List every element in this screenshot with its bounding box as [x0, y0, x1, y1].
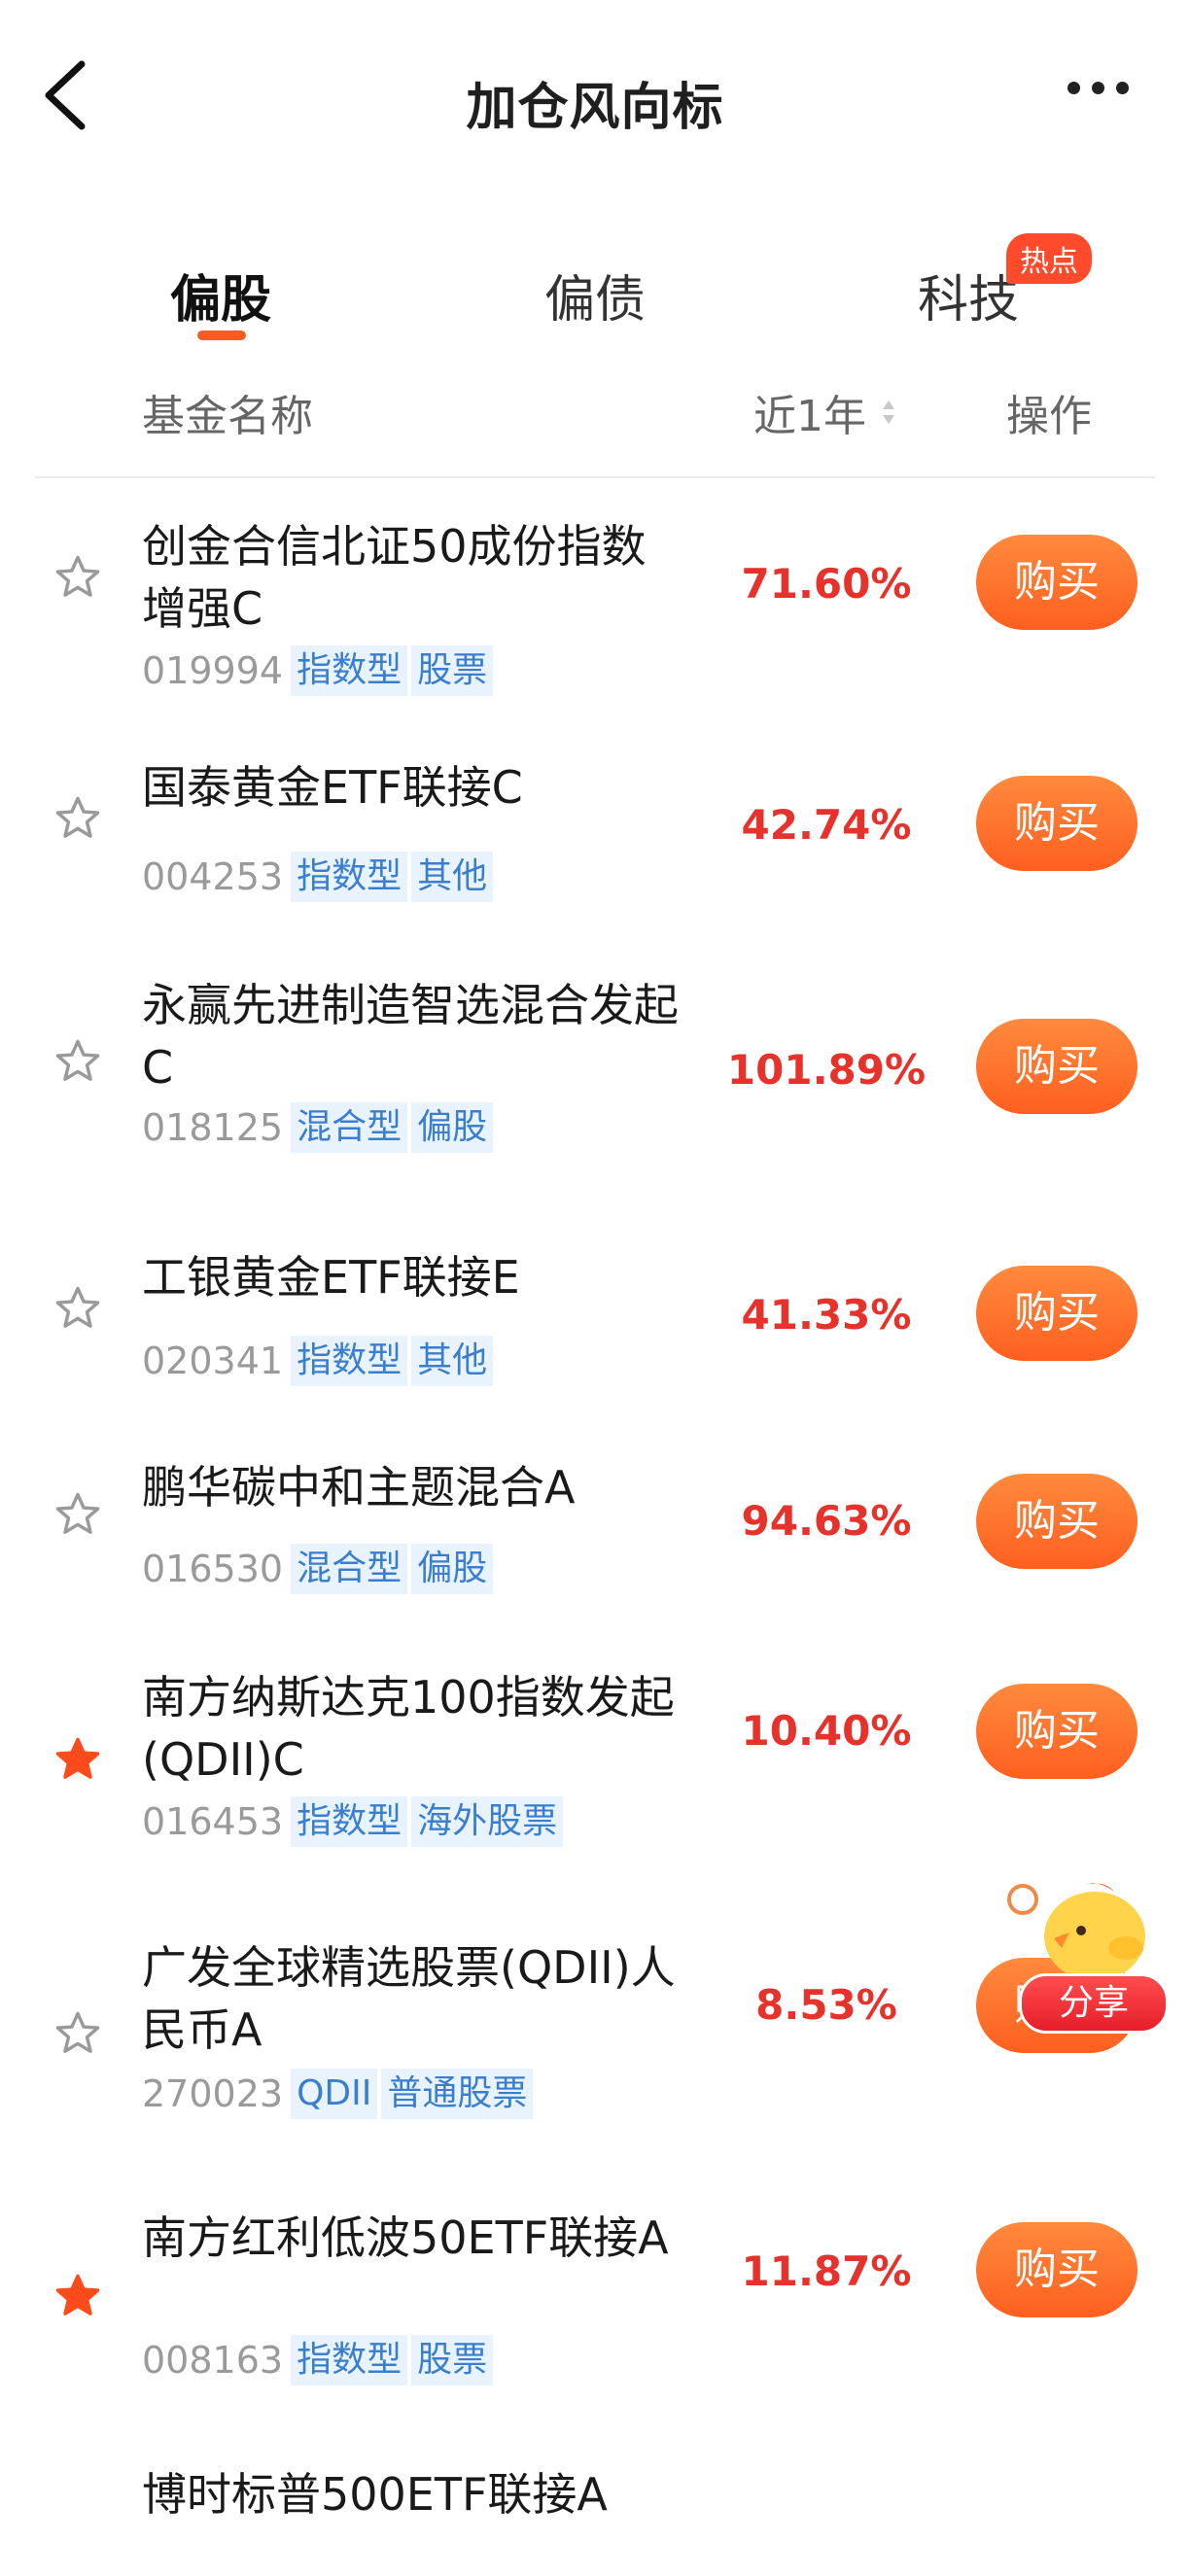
- star-filled-icon[interactable]: [52, 2271, 103, 2321]
- buy-button[interactable]: 购买: [976, 1684, 1138, 1779]
- fund-type-tag: QDII: [291, 2069, 378, 2119]
- active-tab-indicator: [197, 331, 246, 340]
- star-outline-icon[interactable]: [52, 2008, 103, 2059]
- return-1y: 10.40%: [741, 1707, 912, 1755]
- fund-name[interactable]: 南方纳斯达克100指数发起(QDII)C: [142, 1666, 686, 1791]
- fund-name[interactable]: 鹏华碳中和主题混合A: [142, 1456, 686, 1518]
- top-nav-bar: 加仓风向标: [0, 0, 1190, 194]
- star-outline-icon[interactable]: [52, 1489, 103, 1540]
- table-header: 基金名称 近1年 操作: [0, 367, 1190, 474]
- tab-bond[interactable]: 偏债: [544, 259, 646, 331]
- fund-type-tag: 混合型: [291, 1544, 408, 1594]
- fund-name[interactable]: 国泰黄金ETF联接C: [142, 756, 686, 818]
- page-title: 加仓风向标: [466, 79, 724, 137]
- fund-category-tag: 其他: [411, 852, 494, 902]
- return-1y: 42.74%: [741, 801, 912, 849]
- return-1y: 71.60%: [741, 560, 912, 608]
- tab-equity[interactable]: 偏股: [170, 259, 271, 331]
- fund-row[interactable]: 永赢先进制造智选混合发起C 018125 混合型 偏股 101.89% 购买: [0, 953, 1190, 1233]
- fund-category-tag: 普通股票: [381, 2069, 534, 2119]
- fund-code: 270023: [142, 2072, 284, 2115]
- fund-type-tag: 指数型: [291, 1336, 408, 1386]
- fund-name[interactable]: 博时标普500ETF联接A: [142, 2463, 686, 2525]
- column-header-1y-return[interactable]: 近1年: [753, 381, 866, 443]
- buy-button[interactable]: 购买: [976, 2222, 1138, 2317]
- buy-button[interactable]: 购买: [976, 535, 1138, 630]
- star-outline-icon[interactable]: [52, 793, 103, 844]
- fund-code: 018125: [142, 1106, 284, 1149]
- column-header-action: 操作: [1006, 392, 1092, 441]
- return-1y: 41.33%: [741, 1291, 912, 1339]
- fund-type-tag: 指数型: [291, 1796, 408, 1847]
- fund-type-tag: 指数型: [291, 852, 408, 902]
- fund-type-tag: 指数型: [291, 645, 408, 696]
- fund-category-tag: 海外股票: [411, 1796, 564, 1847]
- fund-code: 016530: [142, 1548, 284, 1590]
- buy-button[interactable]: 购买: [976, 1474, 1138, 1569]
- fund-category-tag: 股票: [411, 2335, 494, 2385]
- buy-button[interactable]: 购买: [976, 776, 1138, 871]
- fund-row[interactable]: 创金合信北证50成份指数增强C 019994 指数型 股票 71.60% 购买: [0, 478, 1190, 733]
- return-1y: 11.87%: [741, 2247, 912, 2295]
- star-filled-icon[interactable]: [52, 1734, 103, 1785]
- fund-meta: 270023 QDII 普通股票: [142, 2069, 537, 2119]
- fund-name[interactable]: 广发全球精选股票(QDII)人民币A: [142, 1936, 686, 2061]
- fund-category-tag: 偏股: [411, 1544, 494, 1594]
- fund-meta: 016530 混合型 偏股: [142, 1544, 497, 1594]
- fund-row[interactable]: 博时标普500ETF联接A: [0, 2459, 1190, 2576]
- fund-category-tag: 股票: [411, 645, 494, 696]
- fund-category-tag: 其他: [411, 1336, 494, 1386]
- fund-row[interactable]: 工银黄金ETF联接E 020341 指数型 其他 41.33% 购买: [0, 1233, 1190, 1441]
- more-options-icon[interactable]: [1068, 80, 1145, 109]
- fund-code: 020341: [142, 1340, 284, 1382]
- fund-row[interactable]: 国泰黄金ETF联接C 004253 指数型 其他 42.74% 购买: [0, 733, 1190, 953]
- fund-row[interactable]: 鹏华碳中和主题混合A 016530 混合型 偏股 94.63% 购买: [0, 1441, 1190, 1651]
- fund-meta: 004253 指数型 其他: [142, 852, 497, 902]
- tab-tech[interactable]: 科技: [918, 259, 1019, 331]
- return-1y: 94.63%: [741, 1497, 912, 1545]
- fund-code: 019994: [142, 649, 284, 692]
- sort-icon[interactable]: [881, 399, 896, 426]
- fund-meta: 020341 指数型 其他: [142, 1336, 497, 1386]
- fund-meta: 008163 指数型 股票: [142, 2335, 497, 2385]
- fund-type-tag: 混合型: [291, 1102, 408, 1153]
- fund-row[interactable]: 南方红利低波50ETF联接A 008163 指数型 股票 11.87% 购买: [0, 2195, 1190, 2459]
- category-tabs: 偏股 偏债 科技 热点: [0, 233, 1190, 348]
- star-outline-icon[interactable]: [52, 552, 103, 603]
- fund-code: 008163: [142, 2339, 284, 2382]
- return-1y: 8.53%: [755, 1981, 897, 2029]
- return-1y: 101.89%: [726, 1046, 927, 1094]
- hot-badge: 热点: [1006, 233, 1092, 284]
- fund-name[interactable]: 南方红利低波50ETF联接A: [142, 2207, 686, 2269]
- fund-category-tag: 偏股: [411, 1102, 494, 1153]
- fund-type-tag: 指数型: [291, 2335, 408, 2385]
- fund-code: 016453: [142, 1800, 284, 1843]
- fund-name[interactable]: 工银黄金ETF联接E: [142, 1246, 686, 1308]
- fund-name[interactable]: 永赢先进制造智选混合发起C: [142, 974, 686, 1098]
- star-outline-icon[interactable]: [52, 1283, 103, 1334]
- fund-meta: 019994 指数型 股票: [142, 645, 497, 696]
- column-header-fund-name: 基金名称: [142, 392, 313, 441]
- fund-code: 004253: [142, 855, 284, 898]
- fund-list: 创金合信北证50成份指数增强C 019994 指数型 股票 71.60% 购买 …: [0, 478, 1190, 2576]
- fund-meta: 018125 混合型 偏股: [142, 1102, 497, 1153]
- fund-name[interactable]: 创金合信北证50成份指数增强C: [142, 515, 686, 640]
- star-outline-icon[interactable]: [52, 1036, 103, 1087]
- fund-meta: 016453 指数型 海外股票: [142, 1796, 567, 1847]
- buy-button[interactable]: 购买: [976, 1019, 1138, 1114]
- share-button[interactable]: 分享: [1019, 1973, 1169, 2034]
- buy-button[interactable]: 购买: [976, 1266, 1138, 1361]
